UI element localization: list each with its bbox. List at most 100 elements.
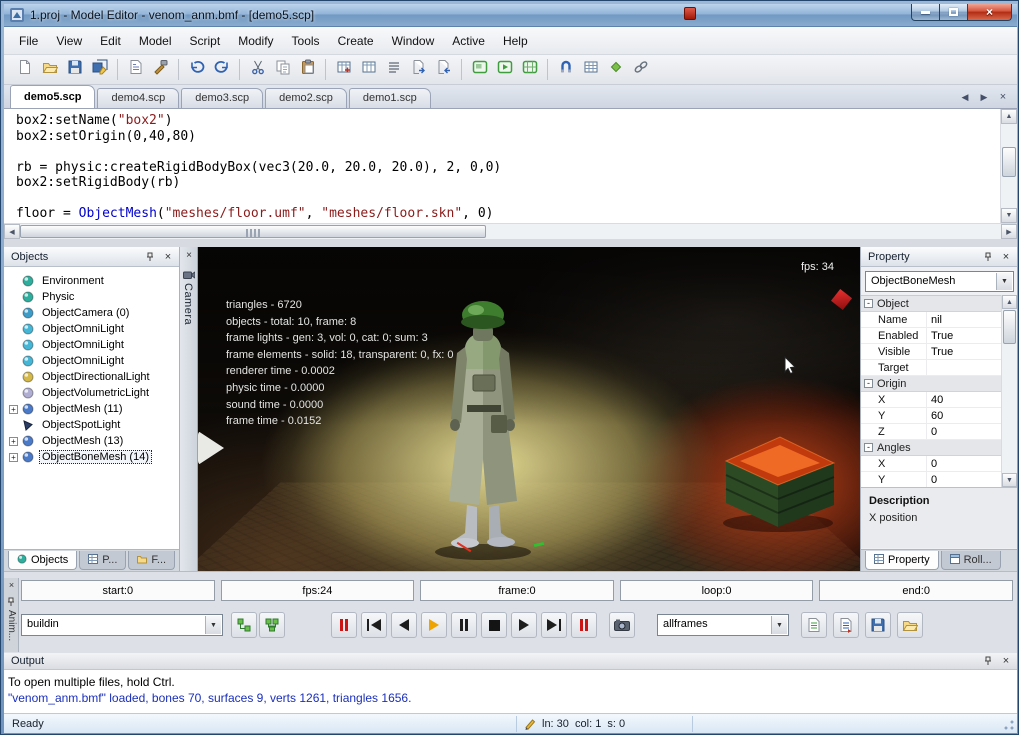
property-value[interactable]: 0 [927, 456, 1002, 471]
marker-button[interactable] [603, 57, 628, 82]
hscroll-thumb[interactable] [20, 225, 486, 238]
scroll-left-icon[interactable]: ◀ [4, 224, 20, 239]
property-value[interactable]: nil [927, 312, 1002, 327]
property-scrollbar[interactable]: ▲ ▼ [1001, 295, 1017, 487]
scroll-down-icon[interactable]: ▼ [1002, 473, 1017, 487]
tree-item-objectmesh-11[interactable]: +ObjectMesh (11) [4, 401, 179, 417]
sync-anim-button[interactable] [259, 612, 285, 638]
editor-hscrollbar[interactable]: ◀ ▶ [4, 223, 1017, 239]
add-anim-button[interactable] [231, 612, 257, 638]
animation-select[interactable]: buildin ▼ [21, 614, 223, 636]
redo-button[interactable] [209, 57, 234, 82]
property-tab-property[interactable]: Property [865, 551, 939, 570]
horizontal-splitter[interactable] [4, 239, 1017, 247]
vscroll-thumb[interactable] [1002, 147, 1016, 177]
menu-item-active[interactable]: Active [443, 29, 494, 53]
menu-item-script[interactable]: Script [181, 29, 230, 53]
objects-panel-header[interactable]: Objects × [4, 247, 179, 267]
next-tab-button[interactable]: ▶ [976, 89, 992, 105]
property-tab-roll[interactable]: Roll... [941, 551, 1001, 570]
property-row-visible[interactable]: VisibleTrue [861, 344, 1002, 360]
timeline-field-fps[interactable]: fps:24 [221, 580, 415, 601]
minimize-button[interactable] [911, 4, 940, 21]
collapse-icon[interactable]: - [864, 443, 873, 452]
property-group-origin[interactable]: -Origin [861, 376, 1002, 392]
chevron-down-icon[interactable]: ▼ [771, 616, 787, 634]
export-frames-button[interactable] [801, 612, 827, 638]
prev-frame-button[interactable] [391, 612, 417, 638]
frames-button[interactable] [356, 57, 381, 82]
property-value[interactable]: 60 [927, 408, 1002, 423]
import-frames-button[interactable] [833, 612, 859, 638]
undo-button[interactable] [184, 57, 209, 82]
viewport-grid-button[interactable] [517, 57, 542, 82]
property-value[interactable] [927, 360, 1002, 375]
open-file-button[interactable] [37, 57, 62, 82]
tab-demo1-scp[interactable]: demo1.scp [349, 88, 431, 108]
collapse-icon[interactable]: - [864, 299, 873, 308]
build-tools-button[interactable] [148, 57, 173, 82]
tab-demo4-scp[interactable]: demo4.scp [97, 88, 179, 108]
property-value[interactable]: True [927, 344, 1002, 359]
close-panel-icon[interactable]: × [999, 654, 1013, 668]
property-value[interactable]: 0 [927, 424, 1002, 439]
property-panel-header[interactable]: Property × [861, 247, 1017, 267]
pin-icon[interactable] [143, 250, 157, 264]
export-page-button[interactable] [123, 57, 148, 82]
output-panel-header[interactable]: Output × [4, 653, 1017, 670]
copy-button[interactable] [270, 57, 295, 82]
close-panel-icon[interactable]: × [161, 250, 175, 264]
property-value[interactable]: 0 [927, 472, 1002, 487]
tree-item-objectspotlight[interactable]: ObjectSpotLight [4, 417, 179, 433]
close-camera-icon[interactable]: × [183, 250, 195, 262]
play-button[interactable] [421, 612, 447, 638]
menu-item-modify[interactable]: Modify [229, 29, 282, 53]
scroll-up-icon[interactable]: ▲ [1001, 109, 1017, 124]
expand-icon[interactable]: + [9, 453, 18, 462]
scroll-up-icon[interactable]: ▲ [1002, 295, 1017, 309]
save-button[interactable] [62, 57, 87, 82]
chevron-down-icon[interactable]: ▼ [205, 616, 221, 634]
magnet-button[interactable] [553, 57, 578, 82]
tree-item-objectdirectionallight[interactable]: ObjectDirectionalLight [4, 369, 179, 385]
property-row-name[interactable]: Namenil [861, 312, 1002, 328]
property-row-enabled[interactable]: EnabledTrue [861, 328, 1002, 344]
cut-button[interactable] [245, 57, 270, 82]
scroll-right-icon[interactable]: ▶ [1001, 224, 1017, 239]
tree-item-objectomnilight[interactable]: ObjectOmniLight [4, 337, 179, 353]
record-button[interactable] [331, 612, 357, 638]
tree-item-objectmesh-13[interactable]: +ObjectMesh (13) [4, 433, 179, 449]
new-file-button[interactable] [12, 57, 37, 82]
property-row-z[interactable]: Z0 [861, 424, 1002, 440]
close-anim-icon[interactable]: × [6, 580, 17, 591]
anim-panel-tab[interactable]: Anim... [6, 610, 17, 641]
viewport-anim-button[interactable] [492, 57, 517, 82]
tree-item-objectvolumetriclight[interactable]: ObjectVolumetricLight [4, 385, 179, 401]
close-tab-button[interactable]: × [995, 89, 1011, 105]
grid-table-button[interactable] [578, 57, 603, 82]
viewport-solid-button[interactable] [467, 57, 492, 82]
paste-button[interactable] [295, 57, 320, 82]
menu-item-model[interactable]: Model [130, 29, 181, 53]
property-row-x[interactable]: X0 [861, 456, 1002, 472]
capture-button[interactable] [609, 612, 635, 638]
property-value[interactable]: 40 [927, 392, 1002, 407]
timeline-field-start[interactable]: start:0 [21, 580, 215, 601]
save-all-button[interactable] [87, 57, 112, 82]
tree-item-environment[interactable]: Environment [4, 273, 179, 289]
property-row-y[interactable]: Y0 [861, 472, 1002, 488]
tree-item-physic[interactable]: Physic [4, 289, 179, 305]
run-script-button[interactable] [406, 57, 431, 82]
expand-icon[interactable]: + [9, 405, 18, 414]
property-row-x[interactable]: X40 [861, 392, 1002, 408]
close-panel-icon[interactable]: × [999, 250, 1013, 264]
open-anim-button[interactable] [897, 612, 923, 638]
objects-tab-f[interactable]: F... [128, 551, 175, 570]
menu-item-edit[interactable]: Edit [91, 29, 130, 53]
pin-icon[interactable] [981, 654, 995, 668]
objects-tab-objects[interactable]: Objects [8, 551, 77, 570]
prev-tab-button[interactable]: ◀ [957, 89, 973, 105]
link-button[interactable] [628, 57, 653, 82]
pin-icon[interactable] [981, 250, 995, 264]
property-group-angles[interactable]: -Angles [861, 440, 1002, 456]
